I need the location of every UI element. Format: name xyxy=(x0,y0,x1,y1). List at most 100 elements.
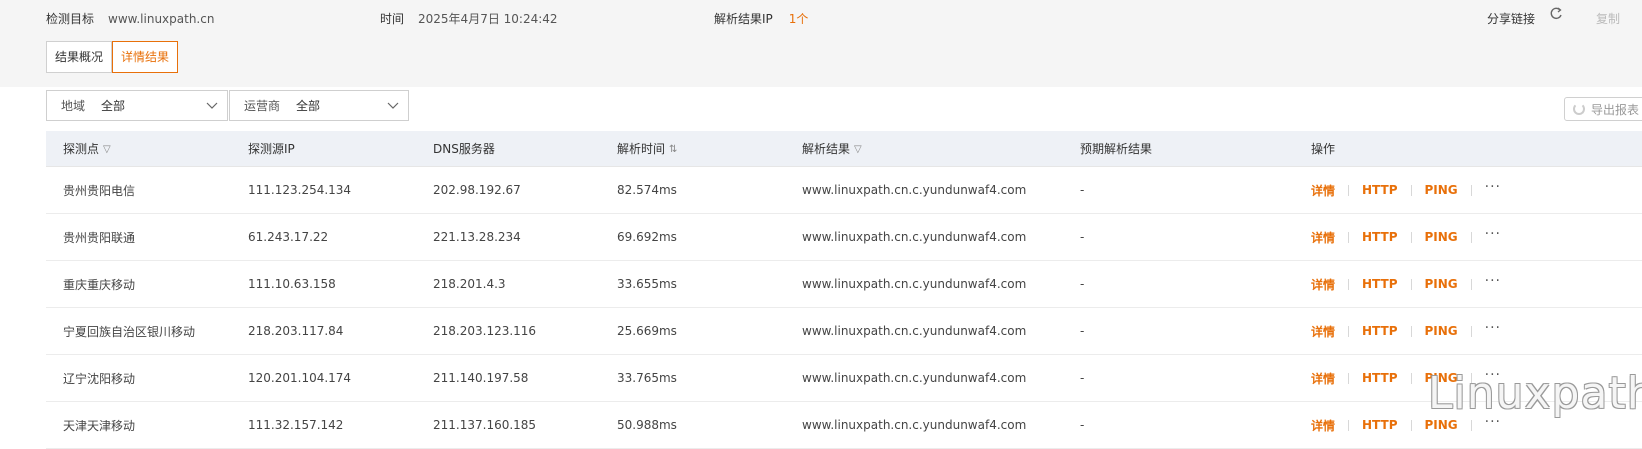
detail-link[interactable]: 详情 xyxy=(1311,229,1335,246)
row-actions: 详情 HTTP PING ··· xyxy=(1311,414,1501,434)
col-expected: 预期解析结果 xyxy=(1080,142,1153,156)
http-link[interactable]: HTTP xyxy=(1362,183,1397,197)
tab-overview[interactable]: 结果概况 xyxy=(46,41,113,73)
table-header: 探测点 ▽ 探测源IP DNS服务器 解析时间 ⇅ 解析结果 ▽ 预期解析结果 操作 xyxy=(46,131,1642,167)
expected-cell: - xyxy=(1080,230,1085,244)
isp-value: 全部 xyxy=(296,99,321,113)
region-label: 地域 xyxy=(61,99,86,113)
target-value: www.linuxpath.cn xyxy=(108,12,215,26)
probe-point-cell: 辽宁沈阳移动 xyxy=(63,371,136,386)
expected-cell: - xyxy=(1080,324,1085,338)
resolve-time-cell: 50.988ms xyxy=(617,418,677,432)
divider xyxy=(1410,372,1412,384)
table-row: 辽宁沈阳移动 120.201.104.174 211.140.197.58 33.76… xyxy=(46,355,1642,402)
sort-icon[interactable]: ⇅ xyxy=(669,144,677,155)
ping-link[interactable]: PING xyxy=(1425,418,1458,432)
detail-link[interactable]: 详情 xyxy=(1311,417,1335,434)
results-table: 探测点 ▽ 探测源IP DNS服务器 解析时间 ⇅ 解析结果 ▽ 预期解析结果 操作 … xyxy=(46,131,1642,449)
result-cell: www.linuxpath.cn.c.yundunwaf4.com xyxy=(802,418,1027,432)
col-result: 解析结果 ▽ xyxy=(802,140,862,157)
http-link[interactable]: HTTP xyxy=(1362,418,1397,432)
export-report-button[interactable]: 导出报表 xyxy=(1564,97,1642,121)
table-row: 贵州贵阳联通 61.243.17.22 221.13.28.234 69.692ms w… xyxy=(46,214,1642,261)
target-label: 检测目标 xyxy=(46,12,95,26)
dns-server-cell: 202.98.192.67 xyxy=(433,183,521,197)
source-ip-cell: 61.243.17.22 xyxy=(248,230,329,244)
time-info: 时间 2025年4月7日 10:24:42 xyxy=(380,10,558,27)
copy-button[interactable]: 复制 xyxy=(1596,10,1620,27)
row-actions: 详情 HTTP PING ··· xyxy=(1311,179,1501,199)
filter-icon[interactable]: ▽ xyxy=(854,144,862,155)
divider xyxy=(1410,325,1412,337)
filter-icon[interactable]: ▽ xyxy=(103,144,111,155)
probe-point-cell: 宁夏回族自治区银川移动 xyxy=(63,324,196,339)
ping-link[interactable]: PING xyxy=(1425,230,1458,244)
http-link[interactable]: HTTP xyxy=(1362,371,1397,385)
expected-cell: - xyxy=(1080,277,1085,291)
ping-link[interactable]: PING xyxy=(1425,183,1458,197)
loading-icon xyxy=(1573,103,1585,115)
http-link[interactable]: HTTP xyxy=(1362,324,1397,338)
ip-count: 1个 xyxy=(788,12,809,26)
result-cell: www.linuxpath.cn.c.yundunwaf4.com xyxy=(802,230,1027,244)
detail-link[interactable]: 详情 xyxy=(1311,276,1335,293)
resolve-time-cell: 25.669ms xyxy=(617,324,677,338)
http-link[interactable]: HTTP xyxy=(1362,277,1397,291)
result-cell: www.linuxpath.cn.c.yundunwaf4.com xyxy=(802,277,1027,291)
source-ip-cell: 111.123.254.134 xyxy=(248,183,352,197)
share-link-button[interactable]: 分享链接 xyxy=(1487,10,1535,27)
probe-point-cell: 重庆重庆移动 xyxy=(63,277,136,292)
divider xyxy=(1410,184,1412,196)
detail-link[interactable]: 详情 xyxy=(1311,323,1335,340)
chevron-down-icon xyxy=(387,102,399,109)
watermark: Linuxpath xyxy=(1428,368,1642,419)
ping-link[interactable]: PING xyxy=(1425,277,1458,291)
result-cell: www.linuxpath.cn.c.yundunwaf4.com xyxy=(802,183,1027,197)
col-source-ip: 探测源IP xyxy=(248,142,295,156)
divider xyxy=(1348,231,1350,243)
table-body: 贵州贵阳电信 111.123.254.134 202.98.192.67 82.574… xyxy=(46,167,1642,449)
probe-point-cell: 天津天津移动 xyxy=(63,418,136,433)
col-resolve-time-label: 解析时间 xyxy=(617,142,666,156)
region-select[interactable]: 地域 全部 xyxy=(46,90,228,121)
refresh-icon[interactable] xyxy=(1549,6,1563,26)
chevron-down-icon xyxy=(206,102,218,109)
dns-server-cell: 211.137.160.185 xyxy=(433,418,537,432)
resolve-time-cell: 33.765ms xyxy=(617,371,677,385)
result-cell: www.linuxpath.cn.c.yundunwaf4.com xyxy=(802,324,1027,338)
ip-info: 解析结果IP 1个 xyxy=(714,10,808,27)
ping-link[interactable]: PING xyxy=(1425,324,1458,338)
isp-select[interactable]: 运营商 全部 xyxy=(229,90,409,121)
divider xyxy=(1410,278,1412,290)
isp-label: 运营商 xyxy=(244,99,281,113)
more-icon[interactable]: ··· xyxy=(1485,320,1501,336)
source-ip-cell: 111.32.157.142 xyxy=(248,418,344,432)
row-actions: 详情 HTTP PING ··· xyxy=(1311,226,1501,246)
col-probe-point-label: 探测点 xyxy=(63,142,100,156)
top-info-bar: 检测目标 www.linuxpath.cn 时间 2025年4月7日 10:24:4… xyxy=(0,0,1642,87)
result-tabs: 结果概况 详情结果 xyxy=(46,41,179,73)
source-ip-cell: 111.10.63.158 xyxy=(248,277,336,291)
more-icon[interactable]: ··· xyxy=(1485,273,1501,289)
divider xyxy=(1470,278,1472,290)
result-cell: www.linuxpath.cn.c.yundunwaf4.com xyxy=(802,371,1027,385)
tab-details[interactable]: 详情结果 xyxy=(112,41,179,73)
probe-point-cell: 贵州贵阳电信 xyxy=(63,183,136,198)
more-icon[interactable]: ··· xyxy=(1485,226,1501,242)
ip-label: 解析结果IP xyxy=(714,12,773,26)
divider xyxy=(1348,278,1350,290)
source-ip-cell: 218.203.117.84 xyxy=(248,324,344,338)
expected-cell: - xyxy=(1080,418,1085,432)
table-row: 天津天津移动 111.32.157.142 211.137.160.185 50.98… xyxy=(46,402,1642,449)
resolve-time-cell: 33.655ms xyxy=(617,277,677,291)
detail-link[interactable]: 详情 xyxy=(1311,182,1335,199)
divider xyxy=(1470,325,1472,337)
more-icon[interactable]: ··· xyxy=(1485,179,1501,195)
detail-link[interactable]: 详情 xyxy=(1311,370,1335,387)
col-result-label: 解析结果 xyxy=(802,142,851,156)
table-row: 重庆重庆移动 111.10.63.158 218.201.4.3 33.655ms ww… xyxy=(46,261,1642,308)
time-label: 时间 xyxy=(380,12,405,26)
divider xyxy=(1348,184,1350,196)
divider xyxy=(1348,372,1350,384)
http-link[interactable]: HTTP xyxy=(1362,230,1397,244)
